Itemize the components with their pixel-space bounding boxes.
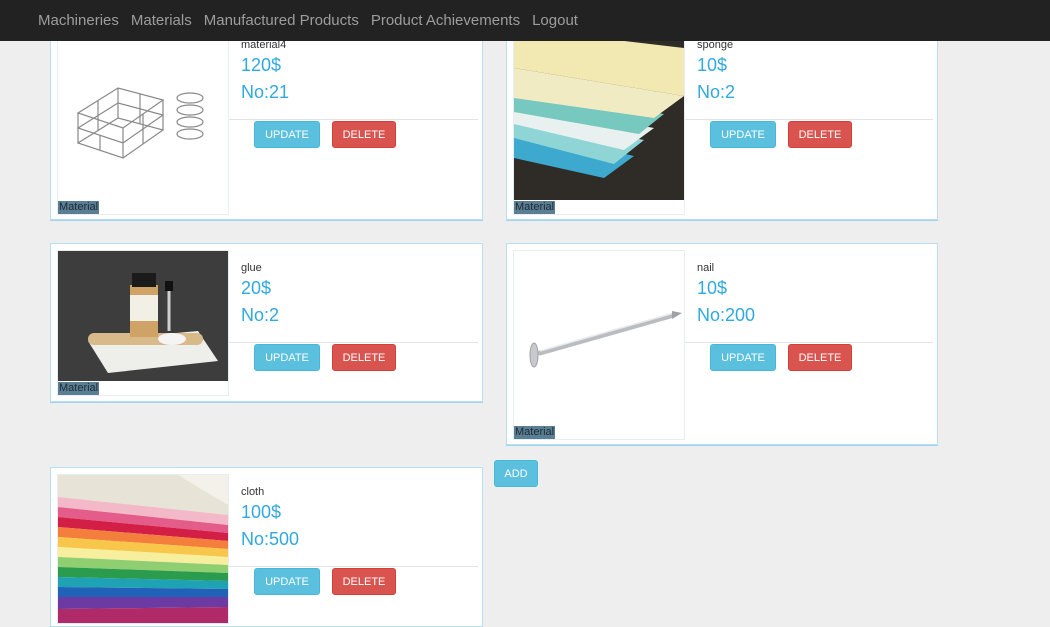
material-thumbnail: Material (57, 27, 229, 215)
delete-button[interactable]: DELETE (332, 344, 396, 371)
material-name: glue (241, 262, 262, 274)
material-card: Material glue 20$ No:2 UPDATE DELETE (50, 243, 483, 402)
material-quantity: No:21 (241, 82, 290, 102)
delete-button[interactable]: DELETE (332, 568, 396, 595)
material-card: cloth 100$ No:500 UPDATE DELETE (50, 467, 483, 627)
divider (229, 342, 478, 343)
delete-button[interactable]: DELETE (788, 121, 852, 148)
material-price: 20$ (241, 278, 272, 298)
material-name: nail (697, 262, 715, 274)
update-button[interactable]: UPDATE (254, 568, 320, 595)
nav-product-achievements[interactable]: Product Achievements (365, 0, 526, 41)
material-badge: Material (58, 382, 100, 395)
material-card: Material material4 120$ No:21 UPDATE DEL… (50, 20, 483, 220)
add-button[interactable]: ADD (494, 460, 538, 487)
foam-sheets-icon (514, 28, 684, 200)
nav-materials[interactable]: Materials (125, 0, 198, 41)
top-navbar: Machineries Materials Manufactured Produ… (0, 0, 1050, 41)
material-badge: Material (514, 201, 556, 214)
material-price: 100$ (241, 502, 282, 522)
material-quantity: No:2 (241, 305, 280, 325)
nail-icon (514, 251, 684, 426)
spring-coils-icon (58, 28, 228, 188)
material-quantity: No:2 (697, 82, 736, 102)
material-thumbnail: Material (57, 250, 229, 396)
material-price: 10$ (697, 278, 728, 298)
divider (229, 566, 478, 567)
material-badge: Material (514, 426, 556, 439)
update-button[interactable]: UPDATE (710, 344, 776, 371)
divider (685, 119, 933, 120)
material-card: Material nail 10$ No:200 UPDATE DELETE (506, 243, 938, 445)
material-price: 120$ (241, 55, 282, 75)
glue-bottle-icon (58, 251, 228, 381)
divider (229, 119, 478, 120)
update-button[interactable]: UPDATE (254, 121, 320, 148)
delete-button[interactable]: DELETE (788, 344, 852, 371)
material-thumbnail: Material (513, 27, 685, 215)
update-button[interactable]: UPDATE (710, 121, 776, 148)
nav-machineries[interactable]: Machineries (32, 0, 125, 41)
divider (685, 342, 933, 343)
material-badge: Material (58, 201, 100, 214)
material-thumbnail: Material (513, 250, 685, 440)
material-quantity: No:500 (241, 529, 300, 549)
material-price: 10$ (697, 55, 728, 75)
nav-manufactured-products[interactable]: Manufactured Products (198, 0, 365, 41)
material-card: Material sponge 10$ No:2 UPDATE DELETE (506, 20, 938, 220)
material-quantity: No:200 (697, 305, 756, 325)
update-button[interactable]: UPDATE (254, 344, 320, 371)
delete-button[interactable]: DELETE (332, 121, 396, 148)
nav-logout[interactable]: Logout (526, 0, 584, 41)
material-name: cloth (241, 486, 265, 498)
